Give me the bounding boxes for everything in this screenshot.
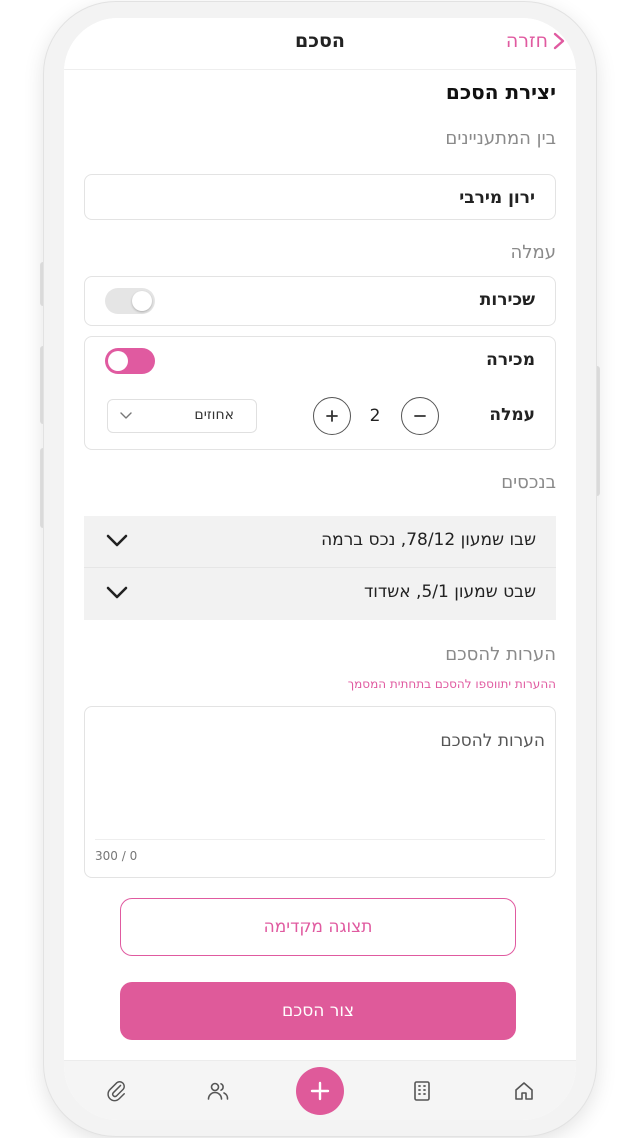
paperclip-icon[interactable] (104, 1079, 128, 1103)
bottom-navigation (64, 1060, 576, 1120)
toggle-knob (108, 351, 128, 371)
select-value: אחוזים (194, 407, 234, 423)
notes-textarea[interactable]: הערות להסכם 300 / 0 (84, 706, 556, 878)
page-title: יצירת הסכם (445, 80, 556, 104)
chevron-down-icon (106, 586, 128, 599)
home-icon[interactable] (512, 1079, 536, 1103)
commission-unit-select[interactable]: אחוזים (107, 399, 257, 433)
back-button[interactable]: חזרה (506, 30, 566, 52)
notes-placeholder: הערות להסכם (440, 731, 545, 751)
sale-toggle[interactable] (105, 348, 155, 374)
commission-label: עמלה (510, 242, 556, 263)
create-agreement-button[interactable]: צור הסכם (120, 982, 516, 1040)
property-label: שבו שמעון 78/12, נכס ברמה (321, 530, 536, 550)
property-label: שבט שמעון 5/1, אשדוד (364, 582, 536, 602)
building-icon[interactable] (410, 1079, 434, 1103)
chevron-down-icon (106, 534, 128, 547)
phone-frame: הסכם חזרה יצירת הסכם בין המתעניינים ירון… (44, 2, 596, 1136)
property-row[interactable]: שבו שמעון 78/12, נכס ברמה (84, 516, 556, 568)
rental-row: שכירות (84, 276, 556, 326)
property-row[interactable]: שבט שמעון 5/1, אשדוד (84, 568, 556, 620)
parties-label: בין המתעניינים (445, 128, 556, 149)
minus-icon (414, 415, 426, 417)
rental-toggle[interactable] (105, 288, 155, 314)
notes-divider (95, 839, 545, 840)
sale-commission-card: מכירה עמלה 2 אחוזים (84, 336, 556, 450)
users-icon[interactable] (206, 1079, 230, 1103)
increment-button[interactable] (313, 397, 351, 435)
sale-label: מכירה (486, 350, 535, 370)
preview-button[interactable]: תצוגה מקדימה (120, 898, 516, 956)
header-title: הסכם (295, 30, 345, 52)
party-field[interactable]: ירון מירבי (84, 174, 556, 220)
chevron-down-icon (120, 412, 132, 419)
notes-label: הערות להסכם (445, 644, 556, 665)
commission-value: 2 (369, 406, 381, 426)
party-name: ירון מירבי (459, 188, 535, 208)
rental-label: שכירות (479, 290, 535, 310)
add-icon (310, 1081, 330, 1101)
agreement-form: יצירת הסכם בין המתעניינים ירון מירבי עמל… (64, 70, 576, 1060)
properties-label: בנכסים (501, 472, 556, 493)
back-label: חזרה (505, 30, 548, 52)
toggle-knob (132, 291, 152, 311)
decrement-button[interactable] (401, 397, 439, 435)
create-button-label: צור הסכם (281, 1001, 355, 1021)
preview-button-label: תצוגה מקדימה (263, 917, 373, 937)
add-button[interactable] (296, 1067, 344, 1115)
app-header: הסכם חזרה (64, 18, 576, 70)
phone-screen: הסכם חזרה יצירת הסכם בין המתעניינים ירון… (64, 18, 576, 1120)
notes-char-counter: 300 / 0 (95, 849, 138, 863)
plus-icon (326, 410, 338, 422)
chevron-right-icon (553, 32, 565, 50)
notes-hint: ההערות יתווספו להסכם בתחתית המסמך (347, 677, 556, 691)
commission-amount-label: עמלה (489, 405, 535, 425)
